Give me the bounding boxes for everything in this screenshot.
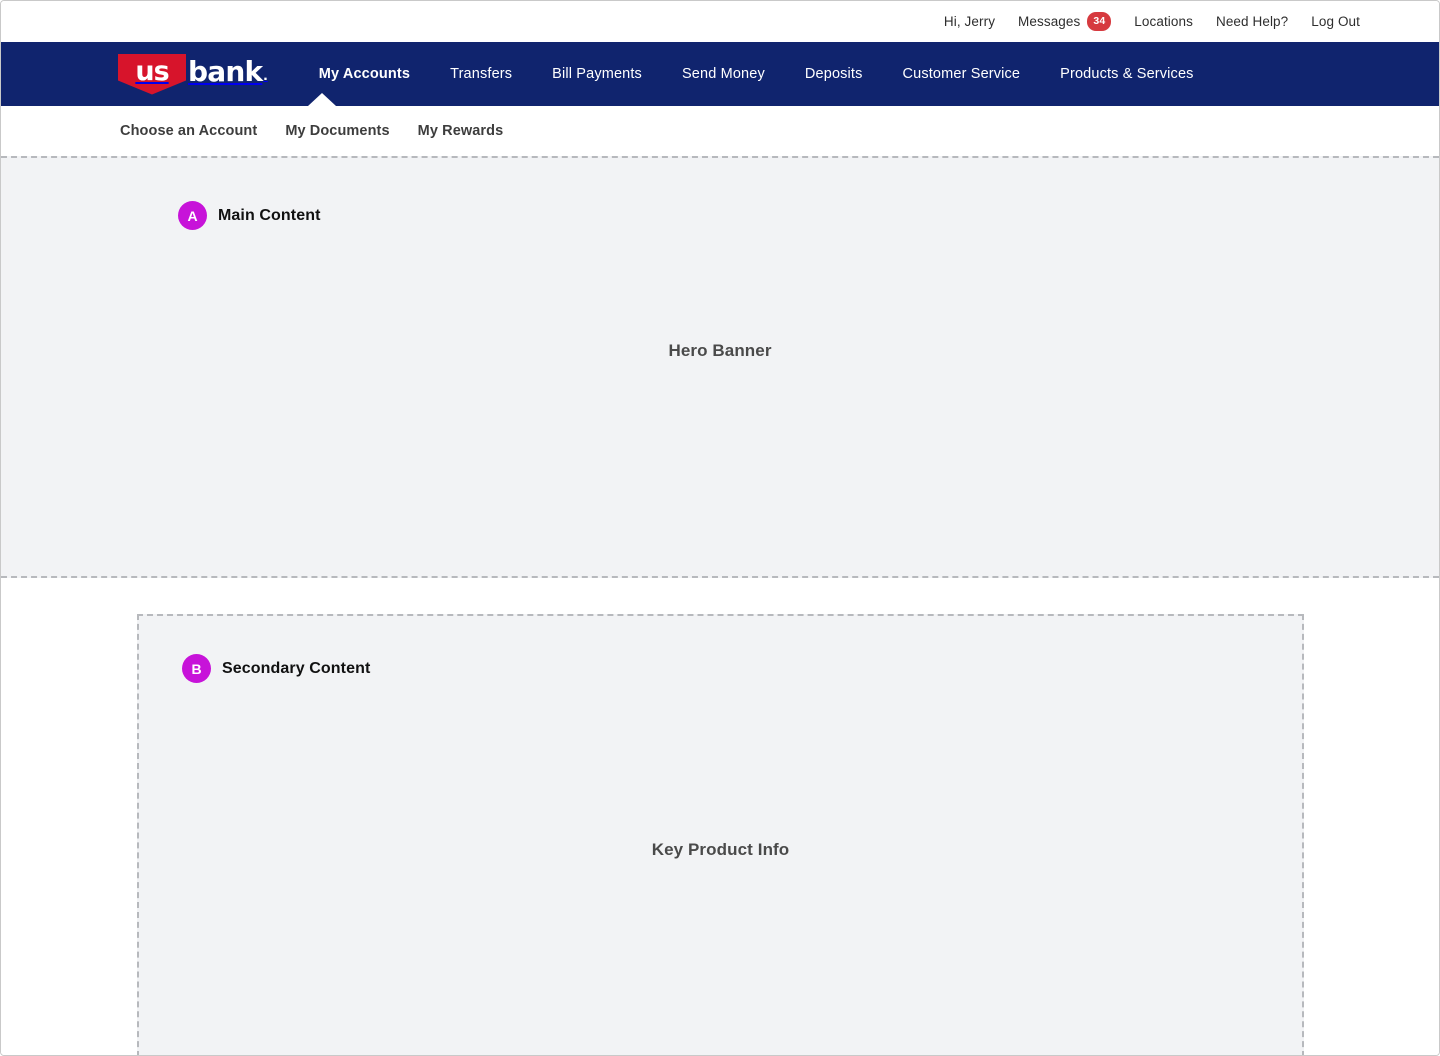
messages-label: Messages	[1018, 14, 1080, 29]
greeting-text: Hi, Jerry	[944, 14, 995, 29]
key-product-info-placeholder: Key Product Info	[139, 840, 1302, 860]
need-help-label: Need Help?	[1216, 14, 1288, 29]
logo-wordmark: bank	[188, 58, 262, 86]
annotation-label-a: Main Content	[218, 207, 321, 225]
nav-item-send-money[interactable]: Send Money	[662, 42, 785, 106]
main-content-region: A Main Content Hero Banner	[1, 156, 1439, 578]
shield-icon: us	[118, 54, 186, 95]
utility-bar: Hi, Jerry Messages 34 Locations Need Hel…	[1, 1, 1439, 42]
utility-messages-link[interactable]: Messages 34	[1018, 12, 1111, 31]
annotation-a: A Main Content	[178, 201, 321, 230]
nav-item-bill-payments[interactable]: Bill Payments	[532, 42, 662, 106]
annotation-label-b: Secondary Content	[222, 660, 370, 678]
secondary-content-region: B Secondary Content Key Product Info	[137, 614, 1304, 1056]
primary-nav-list: My Accounts Transfers Bill Payments Send…	[299, 42, 1214, 106]
usbank-logo[interactable]: us bank .	[118, 54, 267, 94]
nav-item-deposits[interactable]: Deposits	[785, 42, 883, 106]
subnav-item-my-documents[interactable]: My Documents	[285, 123, 389, 139]
locations-label: Locations	[1134, 14, 1193, 29]
utility-log-out-link[interactable]: Log Out	[1311, 14, 1360, 29]
utility-greeting: Hi, Jerry	[944, 14, 995, 29]
page-root: Hi, Jerry Messages 34 Locations Need Hel…	[0, 0, 1440, 1056]
active-nav-caret-icon	[308, 93, 336, 106]
utility-locations-link[interactable]: Locations	[1134, 14, 1193, 29]
nav-item-products-services[interactable]: Products & Services	[1040, 42, 1213, 106]
log-out-label: Log Out	[1311, 14, 1360, 29]
secondary-content-wrapper: B Secondary Content Key Product Info	[1, 614, 1439, 1056]
nav-item-transfers[interactable]: Transfers	[430, 42, 532, 106]
utility-need-help-link[interactable]: Need Help?	[1216, 14, 1288, 29]
subnav-item-choose-an-account[interactable]: Choose an Account	[120, 123, 257, 139]
subnav-item-my-rewards[interactable]: My Rewards	[418, 123, 504, 139]
primary-navigation-bar: us bank . My Accounts Transfers Bill Pay…	[1, 42, 1439, 106]
hero-banner-placeholder: Hero Banner	[1, 341, 1439, 361]
logo-shield-text: us	[135, 58, 168, 85]
annotation-b: B Secondary Content	[182, 654, 370, 683]
logo-trademark-dot: .	[263, 67, 267, 85]
region-divider-gap	[1, 578, 1439, 614]
nav-item-customer-service[interactable]: Customer Service	[883, 42, 1041, 106]
annotation-badge-a: A	[178, 201, 207, 230]
messages-count-badge: 34	[1087, 12, 1111, 31]
secondary-navigation-bar: Choose an Account My Documents My Reward…	[1, 106, 1439, 156]
annotation-badge-b: B	[182, 654, 211, 683]
